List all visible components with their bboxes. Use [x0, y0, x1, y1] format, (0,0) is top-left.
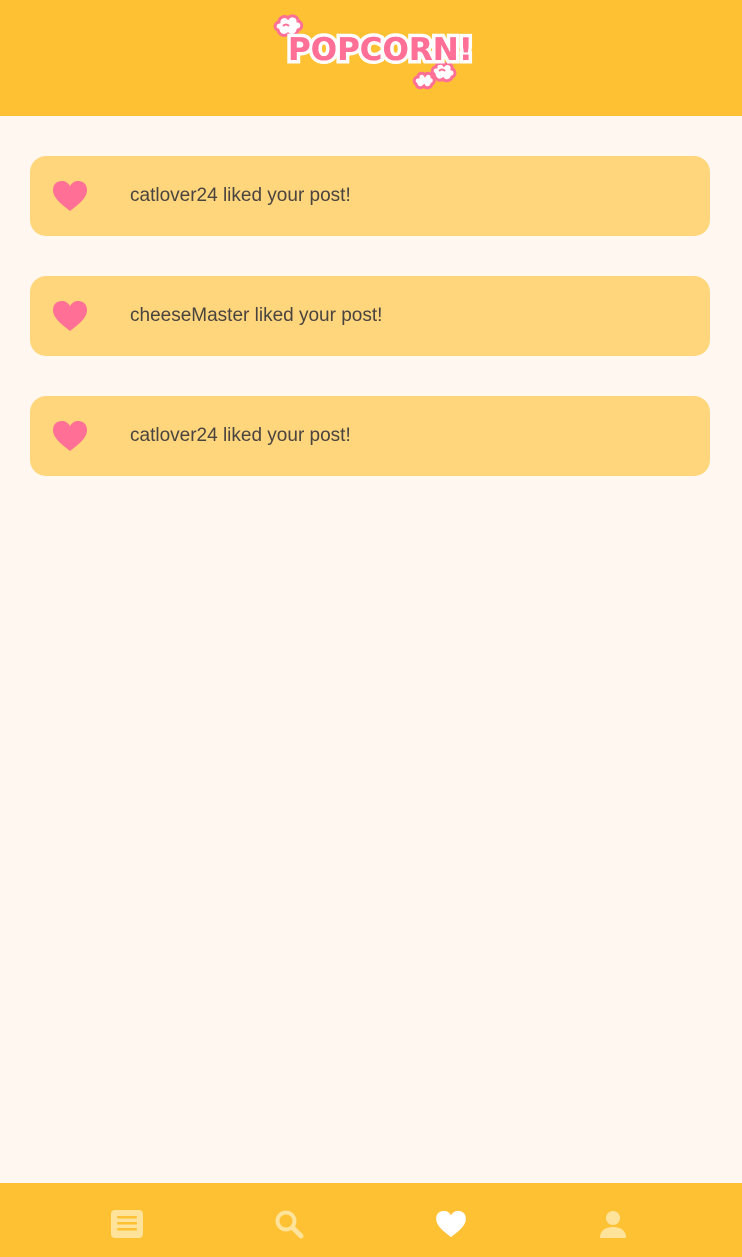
- notification-item[interactable]: catlover24 liked your post!: [30, 396, 710, 476]
- heart-icon: [53, 421, 87, 451]
- popcorn-logo[interactable]: POPCORN! POPCORN!: [272, 10, 476, 94]
- notification-text: cheeseMaster liked your post!: [130, 276, 382, 356]
- notification-username[interactable]: catlover24: [130, 425, 218, 446]
- notification-message: liked your post!: [217, 425, 351, 446]
- notification-item[interactable]: cheeseMaster liked your post!: [30, 276, 710, 356]
- profile-icon: [600, 1211, 626, 1238]
- notification-text: catlover24 liked your post!: [130, 396, 351, 476]
- heart-icon: [53, 301, 87, 331]
- notification-username[interactable]: cheeseMaster: [130, 305, 249, 326]
- notification-message: liked your post!: [249, 305, 383, 326]
- notification-text: catlover24 liked your post!: [130, 156, 351, 236]
- bottom-nav: [0, 1183, 742, 1257]
- notification-list: catlover24 liked your post! cheeseMaster…: [30, 156, 710, 516]
- search-icon: [275, 1210, 304, 1239]
- nav-activity-button[interactable]: [433, 1207, 469, 1241]
- app-header: POPCORN! POPCORN!: [0, 0, 742, 116]
- notification-item[interactable]: catlover24 liked your post!: [30, 156, 710, 236]
- nav-feed-button[interactable]: [109, 1207, 145, 1241]
- notification-username[interactable]: catlover24: [130, 185, 218, 206]
- nav-profile-button[interactable]: [595, 1207, 631, 1241]
- logo-text: POPCORN!: [288, 32, 473, 68]
- nav-search-button[interactable]: [271, 1207, 307, 1241]
- heart-icon: [53, 181, 87, 211]
- heart-icon: [436, 1210, 466, 1238]
- notification-message: liked your post!: [217, 185, 351, 206]
- feed-icon: [111, 1210, 143, 1238]
